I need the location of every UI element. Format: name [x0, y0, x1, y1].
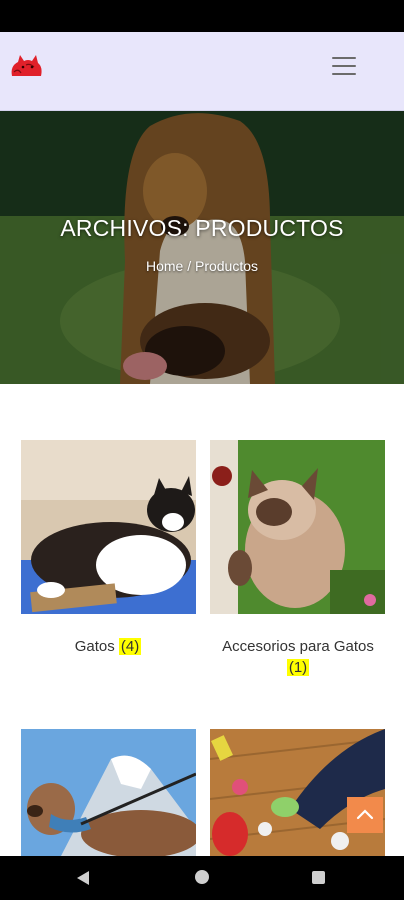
breadcrumb-separator: / [183, 258, 195, 274]
category-count: (4) [118, 638, 142, 655]
breadcrumb: Home / Productos [0, 258, 404, 274]
chevron-up-icon [356, 809, 374, 820]
recent-square-icon[interactable] [312, 871, 325, 884]
back-triangle-icon[interactable] [76, 870, 90, 886]
category-label-accesorios-gatos[interactable]: Accesorios para Gatos (1) [203, 636, 393, 678]
hero-overlay [0, 111, 404, 384]
category-name[interactable]: Gatos [75, 638, 115, 655]
category-image-accesorios-perros[interactable] [210, 729, 385, 856]
menu-line [332, 65, 356, 67]
category-label-gatos[interactable]: Gatos (4) [13, 636, 203, 657]
breadcrumb-home-link[interactable]: Home [146, 258, 183, 274]
menu-line [332, 57, 356, 59]
home-circle-icon[interactable] [195, 870, 209, 884]
hamburger-menu-icon[interactable] [330, 55, 358, 77]
breadcrumb-current: Productos [194, 258, 259, 274]
logo-icon[interactable] [8, 52, 44, 80]
hero-banner: ARCHIVOS: PRODUCTOS Home / Productos [0, 111, 404, 384]
category-image-gatos[interactable] [21, 440, 196, 614]
menu-line [332, 73, 356, 75]
category-image-accesorios-gatos[interactable] [210, 440, 385, 614]
category-count: (1) [286, 659, 310, 676]
category-image-perros[interactable] [21, 729, 196, 856]
status-bar [0, 0, 404, 32]
category-name[interactable]: Accesorios para Gatos [222, 638, 374, 655]
page-title: ARCHIVOS: PRODUCTOS [60, 215, 344, 241]
scroll-to-top-button[interactable] [347, 797, 383, 833]
